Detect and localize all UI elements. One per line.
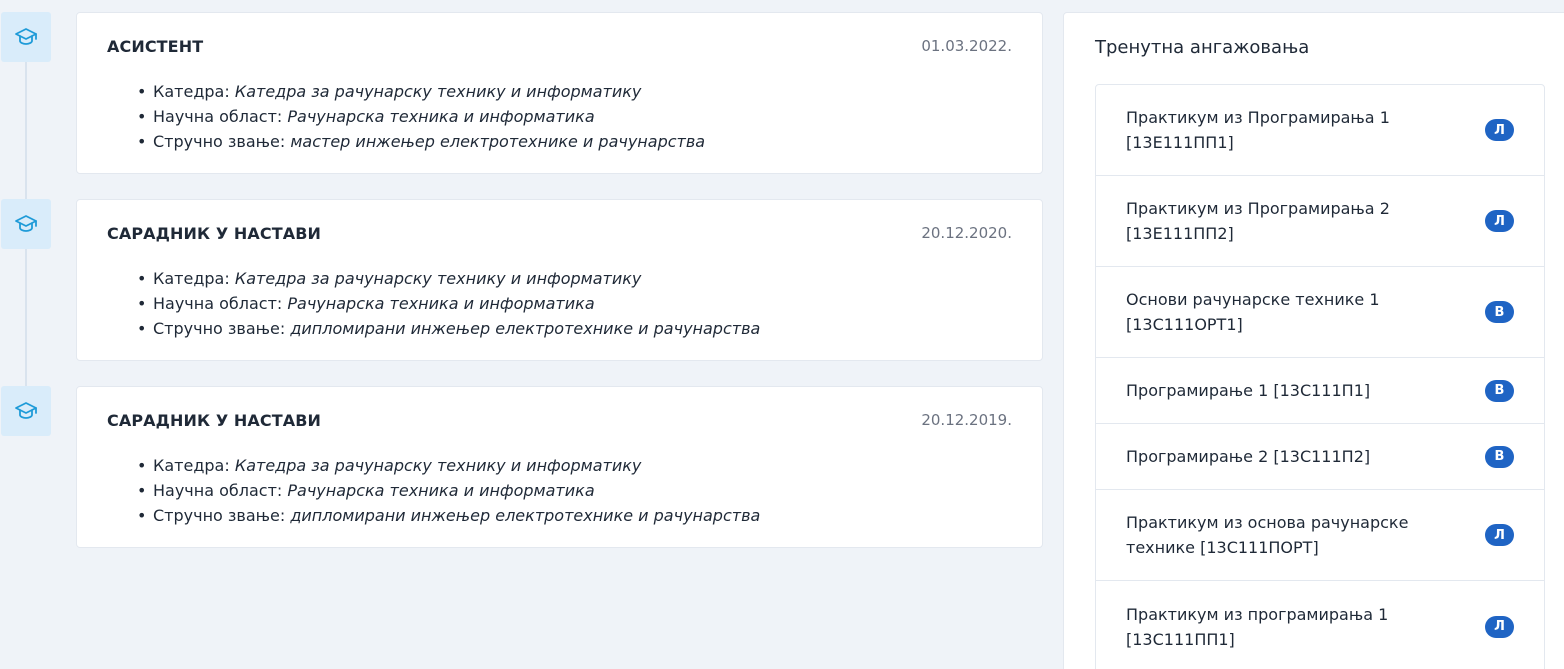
position-title: САРАДНИК У НАСТАВИ <box>107 411 322 430</box>
detail-field: • Научна област: Рачунарска техника и инф… <box>137 481 595 500</box>
graduation-cap-icon <box>1 386 51 436</box>
detail-value: Катедра за рачунарску технику и информат… <box>234 456 642 475</box>
detail-field: • Научна област: Рачунарска техника и инф… <box>137 294 595 313</box>
course-item[interactable]: Практикум из основа рачунарске технике [… <box>1096 490 1544 581</box>
position-details: • Катедра: Катедра за рачунарску технику … <box>137 79 705 154</box>
course-type-badge: Л <box>1485 119 1514 141</box>
course-name: Практикум из Програмирања 1 [13Е111ПП1] <box>1126 108 1390 152</box>
position-details: • Катедра: Катедра за рачунарску технику … <box>137 453 760 528</box>
detail-value: Катедра за рачунарску технику и информат… <box>234 82 642 101</box>
detail-title: • Стручно звање: дипломирани инжењер елек… <box>137 319 761 338</box>
detail-label: Научна област: <box>153 294 288 313</box>
course-type-badge: Л <box>1485 524 1514 546</box>
course-type-badge: Л <box>1485 615 1514 638</box>
course-name: Основи рачунарске технике 1 [13С111ОРТ1] <box>1126 290 1380 334</box>
detail-field: • Научна област: Рачунарска техника и инф… <box>137 107 595 126</box>
detail-label: Катедра: <box>153 456 235 475</box>
course-type-badge: В <box>1485 445 1514 468</box>
course-name: Програмирање 2 [13С111П2] <box>1126 447 1371 466</box>
detail-label: Стручно звање: <box>153 319 291 338</box>
detail-value: дипломирани инжењер електротехнике и рач… <box>290 506 761 525</box>
detail-label: Катедра: <box>153 269 235 288</box>
course-item[interactable]: Практикум из програмирања 1 [13С111ПП1] … <box>1096 581 1544 669</box>
detail-label: Научна област: <box>153 107 288 126</box>
page: АСИСТЕНТ 01.03.2022. • Катедра: Катедра з… <box>0 0 1564 669</box>
detail-department: • Катедра: Катедра за рачунарску технику … <box>137 82 642 101</box>
detail-value: Рачунарска техника и информатика <box>287 294 595 313</box>
detail-label: Катедра: <box>153 82 235 101</box>
course-item[interactable]: Практикум из Програмирања 2 [13Е111ПП2] … <box>1096 176 1544 267</box>
detail-value: Рачунарска техника и информатика <box>287 107 595 126</box>
position-title: САРАДНИК У НАСТАВИ <box>107 224 322 243</box>
detail-label: Стручно звање: <box>153 506 291 525</box>
detail-label: Стручно звање: <box>153 132 291 151</box>
position-card: АСИСТЕНТ 01.03.2022. • Катедра: Катедра з… <box>76 12 1043 174</box>
course-name: Програмирање 1 [13С111П1] <box>1126 381 1371 400</box>
course-name: Практикум из основа рачунарске технике [… <box>1126 513 1409 557</box>
detail-label: Научна област: <box>153 481 288 500</box>
detail-value: дипломирани инжењер електротехнике и рач… <box>290 319 761 338</box>
detail-value: Рачунарска техника и информатика <box>287 481 595 500</box>
graduation-cap-icon <box>1 199 51 249</box>
detail-department: • Катедра: Катедра за рачунарску технику … <box>137 456 642 475</box>
course-item[interactable]: Програмирање 1 [13С111П1] В <box>1096 358 1544 424</box>
detail-title: • Стручно звање: мастер инжењер електроте… <box>137 132 706 151</box>
detail-department: • Катедра: Катедра за рачунарску технику … <box>137 269 642 288</box>
detail-title: • Стручно звање: дипломирани инжењер елек… <box>137 506 761 525</box>
position-card: САРАДНИК У НАСТАВИ 20.12.2020. • Катедра:… <box>76 199 1043 361</box>
detail-value: Катедра за рачунарску технику и информат… <box>234 269 642 288</box>
position-details: • Катедра: Катедра за рачунарску технику … <box>137 266 760 341</box>
detail-value: мастер инжењер електротехнике и рачунарс… <box>290 132 706 151</box>
course-item[interactable]: Практикум из Програмирања 1 [13Е111ПП1] … <box>1096 85 1544 176</box>
panel-title: Тренутна ангажовања <box>1095 37 1310 58</box>
position-title: АСИСТЕНТ <box>107 37 204 56</box>
course-type-badge: В <box>1485 301 1514 323</box>
course-name: Практикум из програмирања 1 [13С111ПП1] <box>1126 604 1389 649</box>
course-item[interactable]: Основи рачунарске технике 1 [13С111ОРТ1]… <box>1096 267 1544 358</box>
position-date: 01.03.2022. <box>921 37 1012 55</box>
course-item[interactable]: Програмирање 2 [13С111П2] В <box>1096 424 1544 490</box>
course-name: Практикум из Програмирања 2 [13Е111ПП2] <box>1126 199 1390 243</box>
course-type-badge: Л <box>1485 210 1514 232</box>
engagements-panel: Тренутна ангажовања Практикум из Програм… <box>1063 12 1564 669</box>
graduation-cap-icon <box>1 12 51 62</box>
position-date: 20.12.2019. <box>921 411 1012 429</box>
position-date: 20.12.2020. <box>921 224 1012 242</box>
position-card: САРАДНИК У НАСТАВИ 20.12.2019. • Катедра:… <box>76 386 1043 548</box>
course-list: Практикум из Програмирања 1 [13Е111ПП1] … <box>1095 84 1545 669</box>
course-type-badge: В <box>1485 379 1514 402</box>
